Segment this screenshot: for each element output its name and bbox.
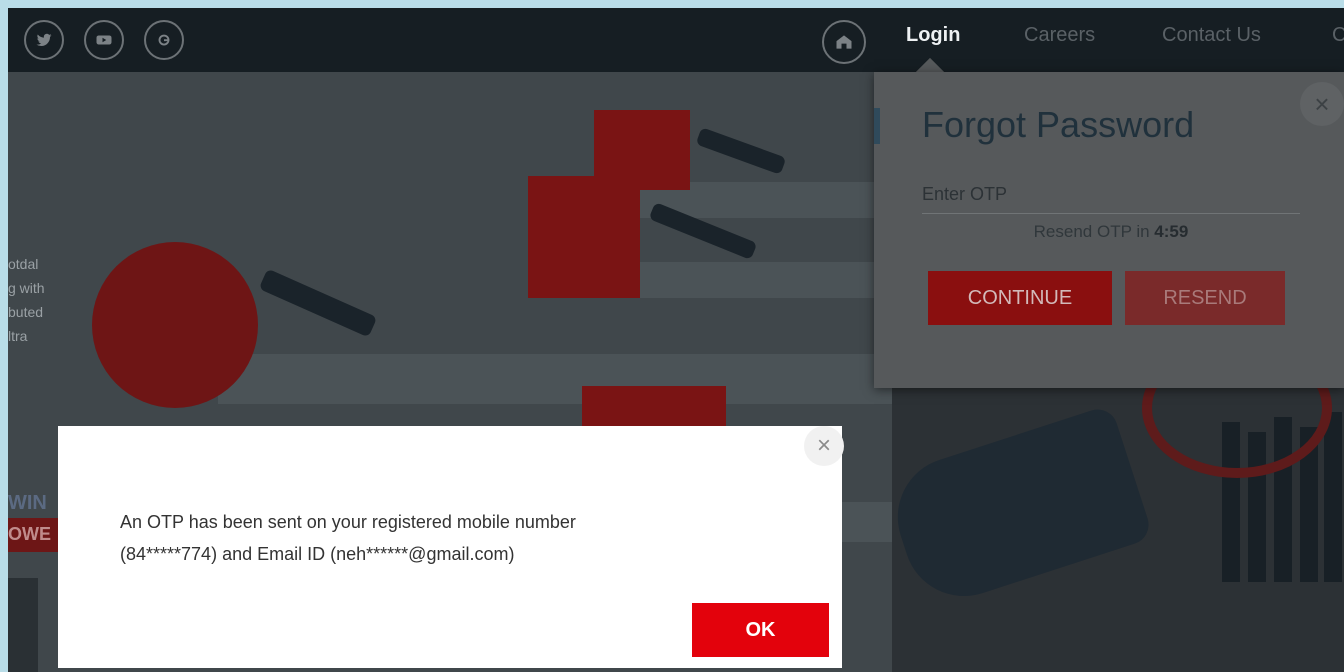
otp-input[interactable] [922,176,1300,214]
twitter-icon[interactable] [24,20,64,60]
close-icon[interactable]: × [1300,82,1344,126]
stair-step [218,354,892,404]
red-sphere [92,242,258,408]
google-plus-icon[interactable] [144,20,184,60]
pushing-figure [695,127,787,175]
home-icon[interactable] [822,20,866,64]
nav-login[interactable]: Login [906,24,960,47]
ok-button[interactable]: OK [692,603,829,657]
otp-sent-message: An OTP has been sent on your registered … [120,512,576,564]
nav-contact-us[interactable]: Contact Us [1162,24,1261,47]
side-panel [8,578,38,672]
youtube-icon[interactable] [84,20,124,60]
stair-step [608,262,892,298]
crowd-figure [1324,412,1342,582]
pushing-figure [258,268,378,338]
panel-accent-bar [874,108,880,144]
pow-banner: OWE [8,518,60,552]
nav-careers[interactable]: Careers [1024,24,1095,47]
resend-timer: 4:59 [1154,222,1189,241]
top-navbar: Login Careers Contact Us C [8,8,1344,72]
resend-otp-timer-text: Resend OTP in 4:59 [922,222,1300,242]
win-text: WIN [8,492,47,514]
nav-truncated-link[interactable]: C [1332,24,1344,47]
red-cube [528,176,640,298]
close-icon[interactable]: × [804,426,844,466]
resend-prefix: Resend OTP in [1033,222,1155,241]
resend-button[interactable]: RESEND [1125,271,1285,325]
continue-button[interactable]: CONTINUE [928,271,1112,325]
forgot-password-title: Forgot Password [922,104,1195,145]
side-text: otdal g with buted ltra [8,256,45,344]
